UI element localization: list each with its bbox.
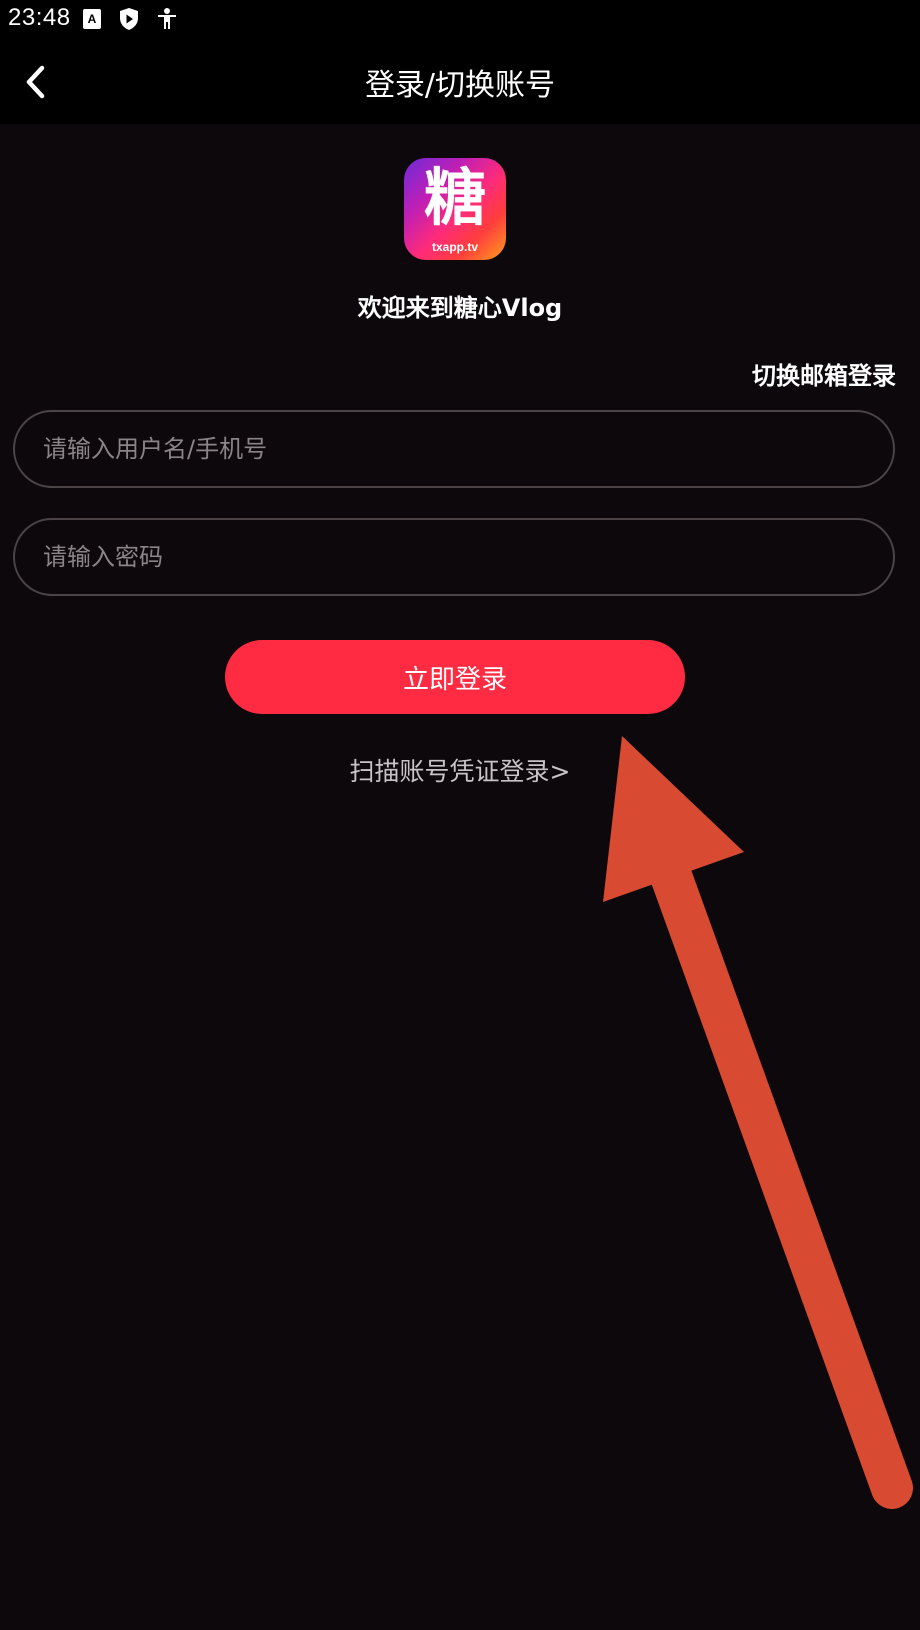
username-field[interactable] <box>13 410 895 488</box>
logo-caption: txapp.tv <box>431 240 478 254</box>
welcome-text: 欢迎来到糖心Vlog <box>357 294 563 322</box>
person-icon <box>156 7 178 31</box>
page-title: 登录/切换账号 <box>364 68 556 103</box>
accessibility-a-icon: A <box>82 8 102 30</box>
username-input[interactable] <box>15 412 893 486</box>
status-icons: A <box>82 7 178 31</box>
login-screen: 23:48 A 登录/切换账号 糖 txapp.tv 欢迎来到糖心Vlog 切换… <box>0 0 920 1630</box>
status-bar: 23:48 A <box>0 0 920 38</box>
shield-play-icon <box>118 7 140 31</box>
status-time: 23:48 <box>8 4 71 31</box>
svg-text:A: A <box>88 12 97 26</box>
password-field[interactable] <box>13 518 895 596</box>
switch-email-login-link[interactable]: 切换邮箱登录 <box>752 356 896 391</box>
login-button[interactable]: 立即登录 <box>225 640 685 714</box>
password-input[interactable] <box>15 520 893 594</box>
logo-glyph: 糖 <box>423 161 486 234</box>
app-logo: 糖 txapp.tv <box>404 158 506 260</box>
app-header: 登录/切换账号 <box>0 38 920 124</box>
scan-credential-login-link[interactable]: 扫描账号凭证登录> <box>0 752 920 788</box>
